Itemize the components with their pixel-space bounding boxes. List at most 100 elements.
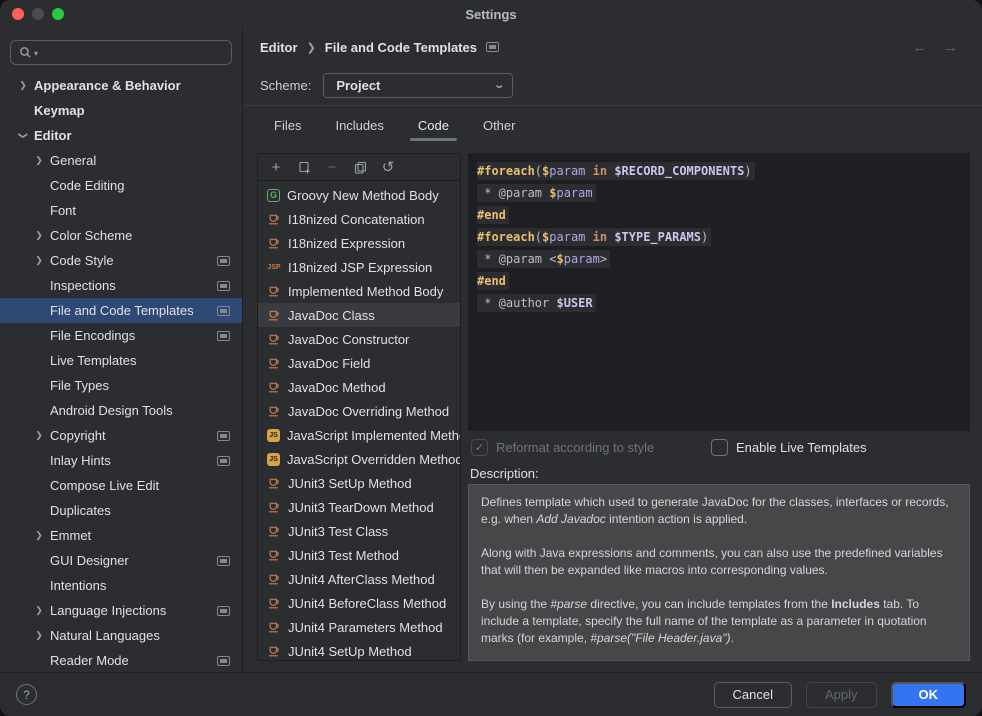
template-item-javadoc-constructor[interactable]: JavaDoc Constructor [258,327,460,351]
template-item-groovy-new-method-body[interactable]: GGroovy New Method Body [258,183,460,207]
template-item-javadoc-method[interactable]: JavaDoc Method [258,375,460,399]
template-item-javadoc-field[interactable]: JavaDoc Field [258,351,460,375]
sidebar-item-language-injections[interactable]: ❯Language Injections [0,598,242,623]
sidebar-item-inspections[interactable]: Inspections [0,273,242,298]
template-item-i18nized-expression[interactable]: I18nized Expression [258,231,460,255]
sidebar-item-font[interactable]: Font [0,198,242,223]
tab-includes[interactable]: Includes [323,106,395,144]
sidebar-item-general[interactable]: ❯General [0,148,242,173]
template-item-junit3-test-method[interactable]: JUnit3 Test Method [258,543,460,567]
screen-icon [217,556,230,566]
template-item-label: I18nized Concatenation [288,212,425,227]
sidebar-item-label: Emmet [50,528,91,543]
chevron-right-icon[interactable]: ❯ [14,80,32,91]
template-item-i18nized-jsp-expression[interactable]: JSPI18nized JSP Expression [258,255,460,279]
template-item-label: JUnit4 BeforeClass Method [288,596,446,611]
apply-button[interactable]: Apply [806,682,877,708]
description-panel: Defines template which used to generate … [468,484,970,661]
template-item-javadoc-class[interactable]: JavaDoc Class [258,303,460,327]
template-item-javascript-implemented-method[interactable]: JSJavaScript Implemented Method [258,423,460,447]
help-icon[interactable]: ? [16,684,37,705]
sidebar-item-file-and-code-templates[interactable]: File and Code Templates [0,298,242,323]
screen-icon [217,306,230,316]
sidebar-item-copyright[interactable]: ❯Copyright [0,423,242,448]
scheme-dropdown[interactable]: Project ⌄ [323,73,513,98]
breadcrumb-item-editor[interactable]: Editor [260,40,298,55]
sidebar-item-label: Color Scheme [50,228,132,243]
cancel-button[interactable]: Cancel [714,682,792,708]
ok-button[interactable]: OK [891,682,967,708]
forward-arrow-icon[interactable]: → [943,39,958,56]
chevron-right-icon[interactable]: ❯ [30,255,48,266]
tab-files[interactable]: Files [262,106,313,144]
search-input[interactable]: ▾ [10,40,232,65]
template-item-javadoc-overriding-method[interactable]: JavaDoc Overriding Method [258,399,460,423]
java-file-icon [266,211,282,227]
sidebar-item-inlay-hints[interactable]: Inlay Hints [0,448,242,473]
template-item-javascript-overridden-method[interactable]: JSJavaScript Overridden Method [258,447,460,471]
template-item-junit4-setup-method[interactable]: JUnit4 SetUp Method [258,639,460,660]
sidebar-item-reader-mode[interactable]: Reader Mode [0,648,242,672]
settings-sidebar: ▾ ❯Appearance & BehaviorKeymap❯Editor❯Ge… [0,28,243,672]
reformat-checkbox: ✓ [471,439,488,456]
reformat-label: Reformat according to style [496,440,654,455]
tab-code[interactable]: Code [406,106,461,144]
reset-template-button[interactable]: ↺ [376,156,400,178]
sidebar-item-duplicates[interactable]: Duplicates [0,498,242,523]
chevron-right-icon[interactable]: ❯ [30,605,48,616]
template-tabs: Files Includes Code Other [244,106,982,144]
chevron-right-icon[interactable]: ❯ [30,430,48,441]
template-item-implemented-method-body[interactable]: Implemented Method Body [258,279,460,303]
sidebar-item-editor[interactable]: ❯Editor [0,123,242,148]
sidebar-item-color-scheme[interactable]: ❯Color Scheme [0,223,242,248]
back-arrow-icon[interactable]: ← [912,39,927,56]
template-item-junit3-test-class[interactable]: JUnit3 Test Class [258,519,460,543]
breadcrumb-item-file-and-code-templates: File and Code Templates [325,40,477,55]
sidebar-item-gui-designer[interactable]: GUI Designer [0,548,242,573]
sidebar-item-android-design-tools[interactable]: Android Design Tools [0,398,242,423]
chevron-right-icon[interactable]: ❯ [30,530,48,541]
close-window-icon[interactable] [12,8,24,20]
sidebar-item-natural-languages[interactable]: ❯Natural Languages [0,623,242,648]
search-options-caret-icon[interactable]: ▾ [34,49,38,58]
description-label: Description: [470,466,539,481]
tab-other[interactable]: Other [471,106,528,144]
footer: ? Cancel Apply OK [0,672,982,716]
sidebar-item-intentions[interactable]: Intentions [0,573,242,598]
settings-content: Editor ❯ File and Code Templates ← → Sch… [244,28,982,672]
sidebar-item-file-encodings[interactable]: File Encodings [0,323,242,348]
code-editor[interactable]: #foreach($param in $RECORD_COMPONENTS) *… [468,153,970,431]
copy-template-button[interactable] [348,156,372,178]
template-item-label: JUnit4 Parameters Method [288,620,443,635]
template-item-junit4-parameters-method[interactable]: JUnit4 Parameters Method [258,615,460,639]
template-item-junit3-setup-method[interactable]: JUnit3 SetUp Method [258,471,460,495]
sidebar-item-label: Font [50,203,76,218]
add-template-button[interactable]: + [264,156,288,178]
breadcrumb: Editor ❯ File and Code Templates ← → [244,28,982,66]
sidebar-item-appearance-behavior[interactable]: ❯Appearance & Behavior [0,73,242,98]
sidebar-item-live-templates[interactable]: Live Templates [0,348,242,373]
zoom-window-icon[interactable] [52,8,64,20]
java-file-icon [266,475,282,491]
sidebar-item-code-style[interactable]: ❯Code Style [0,248,242,273]
sidebar-item-compose-live-edit[interactable]: Compose Live Edit [0,473,242,498]
template-item-label: JUnit4 SetUp Method [288,644,412,659]
chevron-down-icon[interactable]: ❯ [18,127,29,145]
template-item-junit3-teardown-method[interactable]: JUnit3 TearDown Method [258,495,460,519]
screen-icon [217,331,230,341]
chevron-right-icon[interactable]: ❯ [30,155,48,166]
sidebar-item-keymap[interactable]: Keymap [0,98,242,123]
template-item-label: JavaDoc Constructor [288,332,409,347]
chevron-right-icon[interactable]: ❯ [30,630,48,641]
create-child-template-button[interactable] [292,156,316,178]
enable-live-templates-checkbox[interactable] [711,439,728,456]
template-item-junit4-afterclass-method[interactable]: JUnit4 AfterClass Method [258,567,460,591]
enable-live-templates-label: Enable Live Templates [736,440,867,455]
sidebar-item-code-editing[interactable]: Code Editing [0,173,242,198]
sidebar-item-file-types[interactable]: File Types [0,373,242,398]
sidebar-item-emmet[interactable]: ❯Emmet [0,523,242,548]
chevron-right-icon[interactable]: ❯ [30,230,48,241]
template-item-junit4-beforeclass-method[interactable]: JUnit4 BeforeClass Method [258,591,460,615]
sidebar-item-label: Inspections [50,278,116,293]
template-item-i18nized-concatenation[interactable]: I18nized Concatenation [258,207,460,231]
